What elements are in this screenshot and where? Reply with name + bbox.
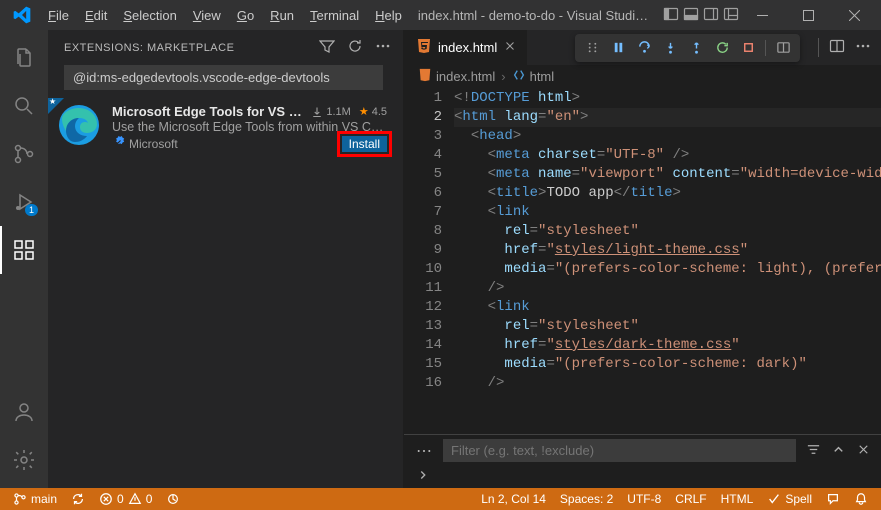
toggle-panel-bottom-icon[interactable]	[683, 6, 699, 25]
menu-run[interactable]: Run	[262, 4, 302, 27]
debug-badge: 1	[25, 204, 38, 216]
status-ports[interactable]	[161, 492, 185, 506]
vscode-logo-icon	[12, 5, 32, 25]
debug-toolbar	[575, 34, 800, 62]
status-bar: main 0 0 Ln 2, Col 14 Spaces: 2 UTF-8 CR…	[0, 488, 881, 510]
menu-go[interactable]: Go	[229, 4, 262, 27]
editor-area: index.html index	[404, 30, 881, 488]
toggle-panel-left-icon[interactable]	[663, 6, 679, 25]
html-file-icon	[416, 38, 432, 57]
status-cursor[interactable]: Ln 2, Col 14	[476, 492, 551, 506]
title-bar: File Edit Selection View Go Run Terminal…	[0, 0, 881, 30]
status-encoding[interactable]: UTF-8	[622, 492, 666, 506]
menu-help[interactable]: Help	[367, 4, 410, 27]
edge-extension-icon	[58, 104, 100, 146]
extension-search-input[interactable]	[64, 65, 383, 90]
status-language[interactable]: HTML	[716, 492, 759, 506]
split-editor-icon[interactable]	[818, 38, 845, 57]
code-editor[interactable]: 12345678910111213141516 <!DOCTYPE html><…	[404, 87, 881, 434]
status-eol[interactable]: CRLF	[670, 492, 711, 506]
customize-layout-icon[interactable]	[723, 6, 739, 25]
activity-settings[interactable]	[0, 436, 48, 484]
bottom-panel: ⋯	[404, 434, 881, 488]
menu-bar: File Edit Selection View Go Run Terminal…	[40, 4, 410, 27]
menu-edit[interactable]: Edit	[77, 4, 115, 27]
status-sync[interactable]	[66, 492, 90, 506]
chevron-right-icon[interactable]	[416, 468, 430, 485]
verified-badge-icon	[112, 136, 125, 152]
menu-terminal[interactable]: Terminal	[302, 4, 367, 27]
debug-drag-handle-icon[interactable]	[581, 37, 603, 59]
menu-file[interactable]: File	[40, 4, 77, 27]
window-minimize-button[interactable]	[739, 0, 785, 30]
debug-restart-button[interactable]	[711, 37, 733, 59]
status-spaces[interactable]: Spaces: 2	[555, 492, 618, 506]
activity-bar: 1	[0, 30, 48, 488]
breadcrumb-file[interactable]: index.html	[436, 69, 495, 84]
debug-open-devtools-button[interactable]	[772, 37, 794, 59]
filter-settings-icon[interactable]	[806, 442, 821, 460]
brackets-icon	[512, 68, 526, 85]
activity-source-control[interactable]	[0, 130, 48, 178]
status-bell-icon[interactable]	[849, 492, 873, 506]
debug-step-over-button[interactable]	[633, 37, 655, 59]
breadcrumbs[interactable]: index.html › html	[404, 65, 881, 87]
window-title: index.html - demo-to-do - Visual Studio …	[410, 8, 663, 23]
menu-selection[interactable]: Selection	[115, 4, 184, 27]
install-button[interactable]: Install	[342, 136, 387, 152]
activity-search[interactable]	[0, 82, 48, 130]
status-spell[interactable]: Spell	[762, 492, 817, 506]
panel-filter-input[interactable]	[443, 439, 796, 462]
activity-extensions[interactable]	[0, 226, 48, 274]
window-maximize-button[interactable]	[785, 0, 831, 30]
html-file-icon	[418, 68, 432, 85]
status-branch[interactable]: main	[8, 492, 62, 506]
activity-explorer[interactable]	[0, 34, 48, 82]
panel-more-icon[interactable]: ⋯	[416, 441, 433, 461]
filter-icon[interactable]	[319, 38, 335, 57]
extension-publisher: Microsoft	[112, 136, 342, 152]
menu-view[interactable]: View	[185, 4, 229, 27]
tab-file-name: index.html	[438, 40, 497, 55]
panel-close-icon[interactable]	[856, 442, 871, 460]
panel-collapse-icon[interactable]	[831, 442, 846, 460]
extension-rating: ★4.5	[359, 105, 387, 118]
tab-close-icon[interactable]	[503, 39, 517, 56]
extensions-sidebar: EXTENSIONS: MARKETPLACE Microsoft Edge T…	[48, 30, 404, 488]
status-feedback-icon[interactable]	[821, 492, 845, 506]
extension-installs: 1.1M	[311, 106, 350, 118]
activity-run-debug[interactable]: 1	[0, 178, 48, 226]
status-problems[interactable]: 0 0	[94, 492, 157, 506]
window-close-button[interactable]	[831, 0, 877, 30]
recommended-badge-icon	[48, 98, 64, 114]
extension-description: Use the Microsoft Edge Tools from within…	[112, 120, 387, 134]
editor-more-icon[interactable]	[855, 38, 871, 57]
layout-controls	[663, 6, 739, 25]
breadcrumb-node[interactable]: html	[530, 69, 555, 84]
debug-step-out-button[interactable]	[685, 37, 707, 59]
extension-name: Microsoft Edge Tools for VS Code	[112, 104, 303, 119]
toggle-panel-right-icon[interactable]	[703, 6, 719, 25]
debug-pause-button[interactable]	[607, 37, 629, 59]
refresh-icon[interactable]	[347, 38, 363, 57]
extension-list-item[interactable]: Microsoft Edge Tools for VS Code 1.1M ★4…	[48, 98, 403, 158]
chevron-right-icon: ›	[499, 69, 507, 84]
debug-step-into-button[interactable]	[659, 37, 681, 59]
sidebar-title: EXTENSIONS: MARKETPLACE	[64, 42, 234, 54]
debug-stop-button[interactable]	[737, 37, 759, 59]
activity-accounts[interactable]	[0, 388, 48, 436]
more-icon[interactable]	[375, 38, 391, 57]
editor-tab[interactable]: index.html	[404, 30, 528, 65]
